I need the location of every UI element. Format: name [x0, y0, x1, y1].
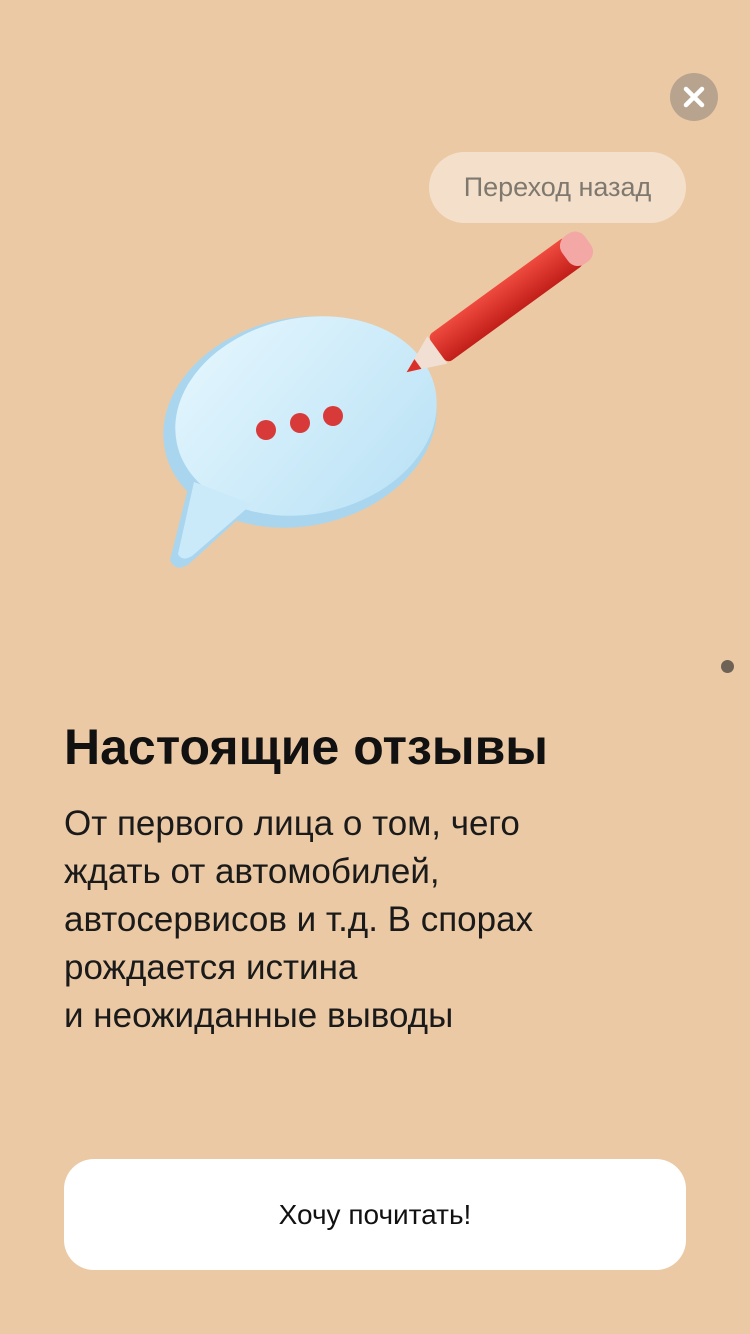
cta-label: Хочу почитать!: [278, 1198, 472, 1230]
back-hint-label: Переход назад: [463, 172, 652, 202]
description-line: ждать от автомобилей,: [64, 852, 440, 891]
description-line: автосервисов и т.д. В спорах: [64, 900, 534, 939]
description-text: От первого лица о том, чего ждать от авт…: [64, 800, 704, 1040]
want-to-read-button[interactable]: Хочу почитать!: [64, 1159, 686, 1270]
close-button[interactable]: [670, 73, 718, 121]
onboarding-screen: Переход назад Настоящие отзывы От первог…: [0, 0, 750, 1334]
speech-bubble-pencil-icon: [163, 231, 594, 568]
description-line: От первого лица о том, чего: [64, 804, 520, 843]
close-icon: [683, 86, 705, 108]
page-title: Настоящие отзывы: [64, 719, 549, 775]
back-hint-button[interactable]: Переход назад: [429, 152, 686, 223]
description-line: и неожиданные выводы: [64, 996, 454, 1035]
page-indicator-dot: [721, 660, 734, 673]
description-line: рождается истина: [64, 948, 358, 987]
